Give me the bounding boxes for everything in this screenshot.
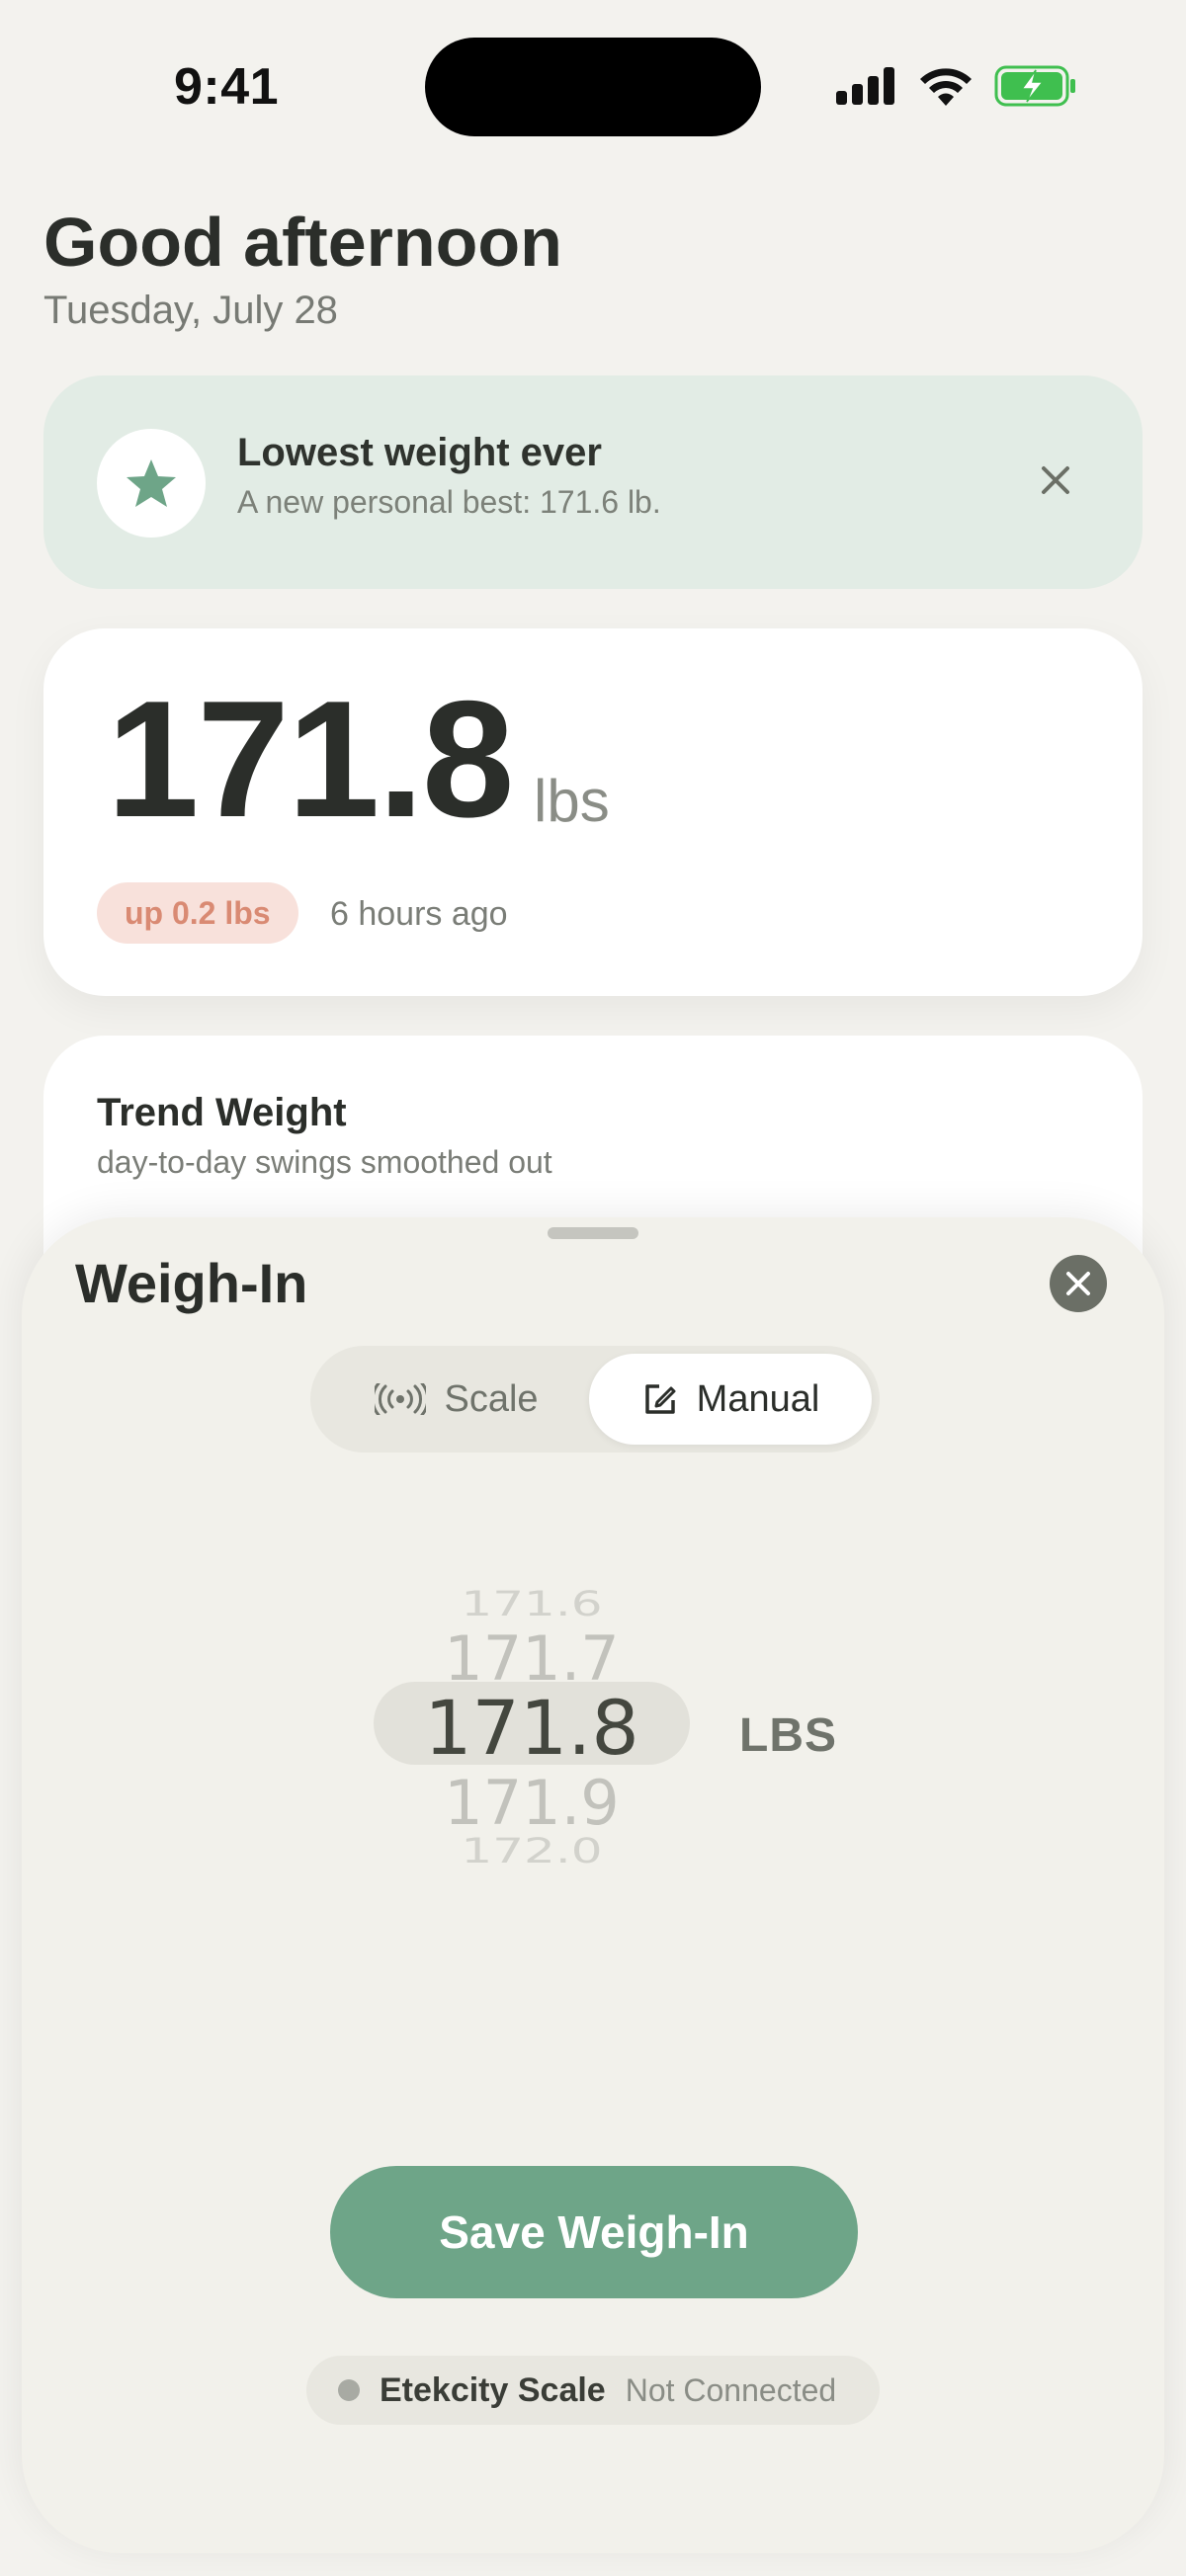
save-weigh-in-button[interactable]: Save Weigh-In: [330, 2166, 858, 2298]
close-icon: [1066, 1272, 1090, 1295]
device-name: Etekcity Scale: [380, 2370, 606, 2409]
sheet-grabber[interactable]: [548, 1227, 638, 1239]
tab-scale-label: Scale: [444, 1377, 539, 1420]
picker-option[interactable]: 171.6: [374, 1584, 690, 1624]
dynamic-island: [425, 38, 761, 136]
current-weight-value: 171.8: [107, 666, 514, 852]
weight-delta-badge: up 0.2 lbs: [97, 882, 298, 944]
picker-option[interactable]: 171.9: [374, 1767, 690, 1839]
greeting-title: Good afternoon: [43, 204, 562, 281]
sheet-title: Weigh-In: [75, 1252, 308, 1314]
weigh-in-sheet: Weigh-In Scale Manual 171.6 171.7 171.8 …: [22, 1217, 1164, 2553]
tab-manual[interactable]: Manual: [589, 1354, 872, 1445]
date-label: Tuesday, July 28: [43, 289, 338, 332]
edit-icon: [644, 1384, 676, 1414]
star-icon: [127, 459, 176, 507]
picker-unit-label: LBS: [739, 1709, 837, 1762]
status-icons: [836, 65, 1077, 107]
banner-title: Lowest weight ever: [237, 431, 602, 474]
trend-subtitle: day-to-day swings smoothed out: [97, 1144, 552, 1180]
current-weight-card[interactable]: 171.8 lbs up 0.2 lbs 6 hours ago: [43, 628, 1143, 996]
achievement-banner[interactable]: Lowest weight ever A new personal best: …: [43, 375, 1143, 589]
picker-option[interactable]: 172.0: [374, 1831, 690, 1871]
input-mode-segmented-control: Scale Manual: [310, 1346, 880, 1453]
current-weight-unit: lbs: [534, 768, 610, 834]
status-time: 9:41: [174, 58, 280, 116]
battery-charging-icon: [994, 65, 1075, 107]
tab-scale[interactable]: Scale: [318, 1354, 595, 1445]
close-sheet-button[interactable]: [1050, 1255, 1107, 1312]
device-status: Not Connected: [625, 2371, 837, 2408]
scale-connection-status[interactable]: Etekcity Scale Not Connected: [306, 2356, 880, 2425]
dismiss-banner-button[interactable]: [1028, 453, 1083, 508]
connection-status-dot: [338, 2379, 360, 2401]
badge-circle: [97, 429, 206, 538]
wifi-icon: [920, 68, 972, 106]
weight-picker-wheel[interactable]: 171.6 171.7 171.8 171.9 172.0: [374, 1563, 720, 1889]
picker-option-selected[interactable]: 171.8: [374, 1684, 690, 1772]
tab-manual-label: Manual: [696, 1377, 820, 1420]
trend-title: Trend Weight: [97, 1091, 347, 1134]
close-icon: [1042, 466, 1069, 494]
broadcast-icon: [375, 1383, 427, 1415]
signal-icon: [836, 67, 894, 105]
last-weighed-time: 6 hours ago: [330, 895, 508, 933]
banner-subtitle: A new personal best: 171.6 lb.: [237, 484, 661, 520]
